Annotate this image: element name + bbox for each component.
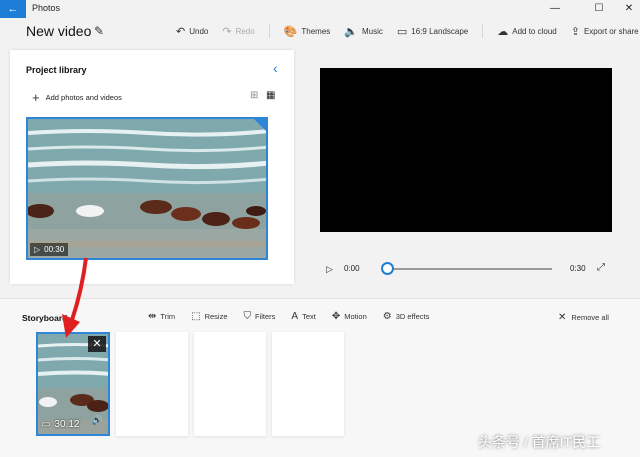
export-share-label: Export or share <box>583 26 639 36</box>
resize-icon: ⬚ <box>191 311 201 322</box>
add-photos-videos-button[interactable]: + Add photos and videos <box>32 90 122 105</box>
clip-duration: 30.12 <box>54 419 80 430</box>
palette-icon: 🎨 <box>283 25 298 38</box>
filters-label: Filters <box>255 312 276 321</box>
export-icon: ⇪ <box>570 25 580 38</box>
resize-button[interactable]: ⬚ Resize <box>191 311 227 322</box>
remove-all-button[interactable]: ✕ Remove all <box>558 312 609 323</box>
current-time: 0:00 <box>344 264 360 273</box>
motion-label: Motion <box>344 312 367 321</box>
3d-effects-button[interactable]: ⚙ 3D effects <box>383 311 430 322</box>
music-button[interactable]: 🔈 Music <box>344 25 383 38</box>
fullscreen-icon[interactable]: ⤢ <box>597 262 605 273</box>
library-video-thumbnail[interactable]: ▷ 00:30 <box>26 117 268 260</box>
themes-button[interactable]: 🎨 Themes <box>284 25 331 38</box>
minimize-button[interactable]: — <box>538 0 572 18</box>
text-label: Text <box>302 312 316 321</box>
video-preview[interactable] <box>320 68 612 232</box>
redo-label: Redo <box>235 26 255 36</box>
cloud-icon: ☁ <box>497 25 509 38</box>
filters-button[interactable]: ⛉ Filters <box>244 311 276 322</box>
project-title: New video <box>26 23 92 39</box>
collapse-panel-icon[interactable]: ‹ <box>273 60 278 76</box>
undo-button[interactable]: ↶ Undo <box>176 25 208 38</box>
trim-button[interactable]: ⇹ Trim <box>148 311 175 322</box>
play-icon: ▷ <box>34 245 41 254</box>
3d-effects-icon: ⚙ <box>382 311 392 322</box>
app-name: Photos <box>32 3 61 13</box>
empty-clip-slot[interactable] <box>272 332 344 436</box>
empty-clip-slot[interactable] <box>116 332 188 436</box>
trim-label: Trim <box>160 312 176 321</box>
selected-corner-mark <box>254 119 266 131</box>
play-button[interactable]: ▷ <box>326 264 333 275</box>
3d-effects-label: 3D effects <box>395 312 430 321</box>
add-photos-videos-label: Add photos and videos <box>45 93 122 102</box>
motion-icon: ✥ <box>331 311 341 322</box>
back-arrow-icon[interactable]: ← <box>0 0 26 18</box>
film-icon: ▭ <box>41 419 51 430</box>
clip-duration-badge: ▭ 30.12 <box>41 419 79 430</box>
redo-icon: ↷ <box>222 25 232 38</box>
seek-bar[interactable] <box>388 268 552 270</box>
edit-title-icon[interactable]: ✎ <box>94 24 104 38</box>
resize-label: Resize <box>204 312 228 321</box>
aspect-ratio-button[interactable]: ▭ 16:9 Landscape <box>397 25 468 38</box>
filters-icon: ⛉ <box>243 311 252 322</box>
aspect-ratio-icon: ▭ <box>396 25 408 38</box>
project-library-panel: Project library ‹ + Add photos and video… <box>10 50 294 284</box>
text-button[interactable]: A Text <box>291 311 315 322</box>
horses-beach-image <box>28 119 266 258</box>
export-share-button[interactable]: ⇪ Export or share <box>571 25 639 38</box>
speaker-icon: 🔈 <box>344 25 358 38</box>
toolbar: ↶ Undo ↷ Redo 🎨 Themes 🔈 Music ▭ 16:9 Landsca… <box>176 22 640 40</box>
toolbar-divider <box>482 24 484 38</box>
plus-icon: + <box>32 90 40 105</box>
trim-icon: ⇹ <box>148 311 157 322</box>
motion-button[interactable]: ✥ Motion <box>332 311 367 322</box>
empty-clip-slot[interactable] <box>194 332 266 436</box>
storyboard-title: Storyboard <box>22 313 68 323</box>
remove-all-label: Remove all <box>571 313 609 322</box>
thumbnail-duration: 00:30 <box>44 245 65 254</box>
audio-icon[interactable]: 🔊 <box>92 415 103 426</box>
close-button[interactable]: ✕ <box>612 0 640 18</box>
total-time: 0:30 <box>570 264 586 273</box>
maximize-button[interactable]: ☐ <box>582 0 616 18</box>
add-to-cloud-button[interactable]: ☁ Add to cloud <box>497 25 556 38</box>
themes-label: Themes <box>301 26 331 36</box>
watermark-text: 头条号 / 首席IT民工 <box>478 434 601 450</box>
redo-button[interactable]: ↷ Redo <box>222 25 254 38</box>
title-bar: ← Photos — ☐ ✕ <box>0 0 640 18</box>
undo-label: Undo <box>189 26 209 36</box>
add-to-cloud-label: Add to cloud <box>512 26 557 36</box>
storyboard-toolbar: ⇹ Trim ⬚ Resize ⛉ Filters A Text ✥ Motion ⚙ 3D… <box>148 311 445 322</box>
list-view-icon[interactable]: ▦ <box>266 90 275 101</box>
thumbnail-duration-badge: ▷ 00:30 <box>30 243 69 256</box>
close-icon: ✕ <box>558 312 567 323</box>
toolbar-divider <box>268 24 270 38</box>
project-library-title: Project library <box>26 65 87 75</box>
aspect-ratio-label: 16:9 Landscape <box>411 26 469 36</box>
text-icon: A <box>291 311 299 322</box>
grid-view-icon[interactable]: ⊞ <box>250 90 258 101</box>
remove-clip-button[interactable]: ✕ <box>88 336 106 352</box>
seek-handle[interactable] <box>381 262 394 275</box>
music-label: Music <box>362 26 383 36</box>
undo-icon: ↶ <box>176 25 186 38</box>
storyboard-clip[interactable]: ✕ ▭ 30.12 🔊 <box>36 332 110 436</box>
